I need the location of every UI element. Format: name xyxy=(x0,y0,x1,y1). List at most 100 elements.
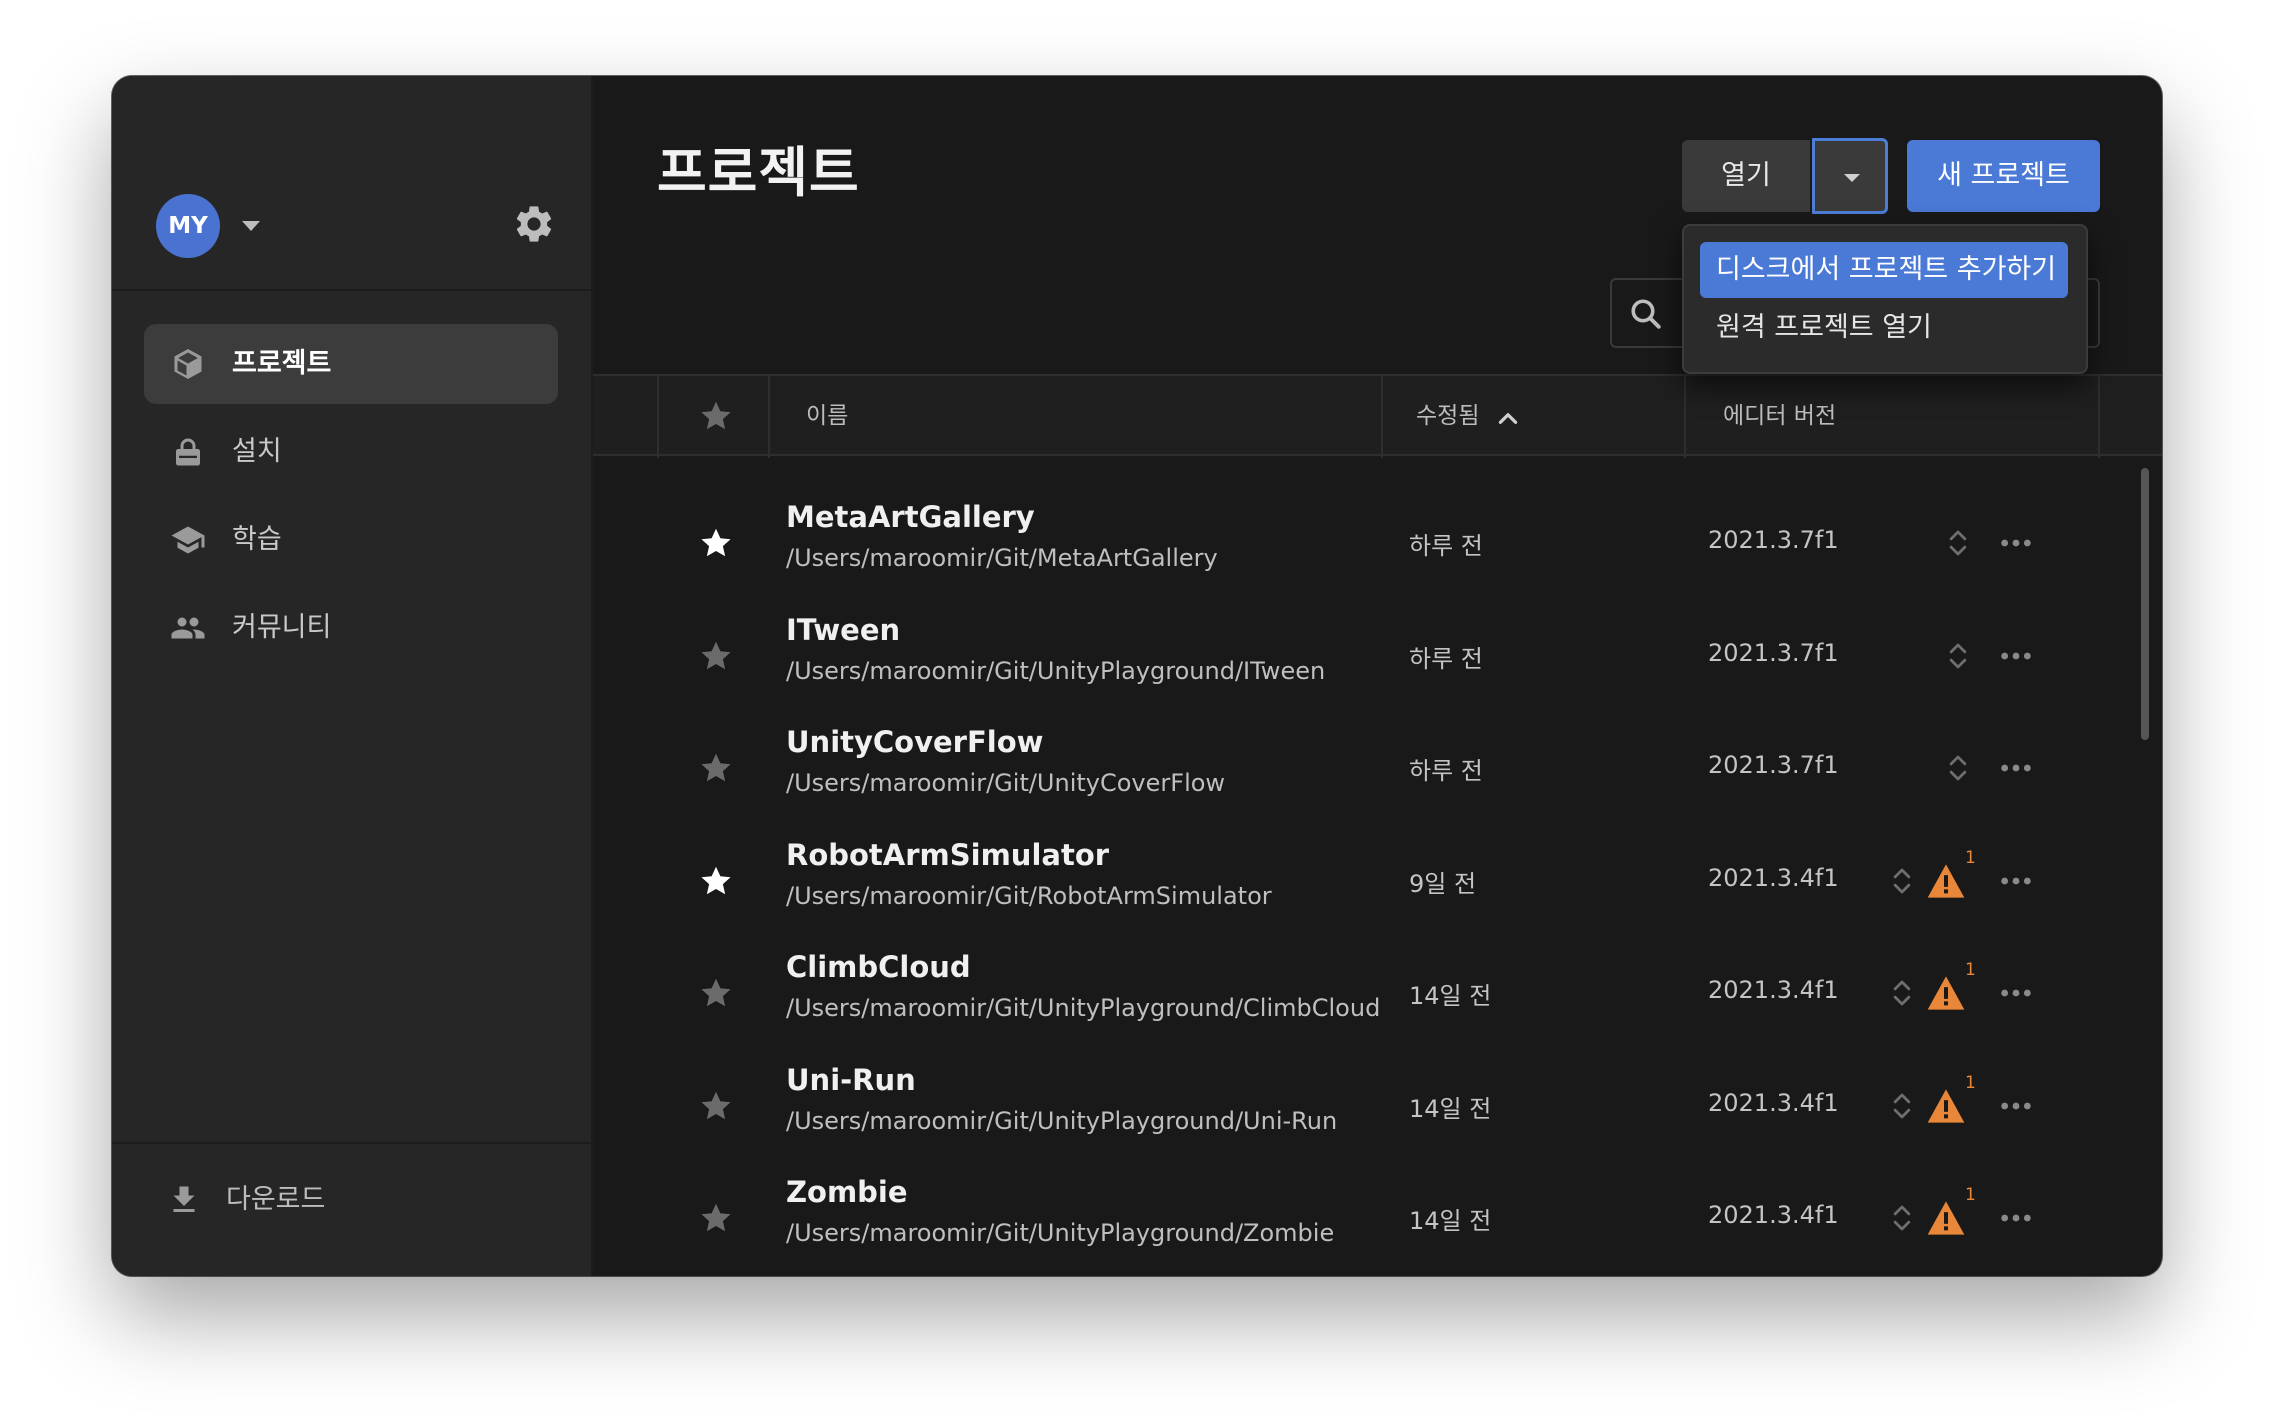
more-options-icon[interactable] xyxy=(1999,866,2033,896)
column-divider xyxy=(768,376,770,458)
new-project-button[interactable]: 새 프로젝트 xyxy=(1907,140,2100,212)
star-icon[interactable] xyxy=(698,638,734,674)
cube-icon xyxy=(174,349,202,379)
column-header-editor-version[interactable]: 에디터 버전 xyxy=(1723,376,1836,456)
more-options-icon[interactable] xyxy=(1999,753,2033,783)
warning-count: 1 xyxy=(1965,1072,1976,1093)
sidebar-item-label: 학습 xyxy=(232,524,282,555)
project-path: /Users/maroomir/Git/UnityPlayground/Zomb… xyxy=(786,1219,1335,1247)
version-switch-icon[interactable] xyxy=(1891,864,1913,898)
project-name: ITween xyxy=(786,612,901,647)
column-header-modified[interactable]: 수정됨 xyxy=(1416,376,1479,456)
modified-time: 하루 전 xyxy=(1409,532,1483,560)
table-row[interactable]: RobotArmSimulator /Users/maroomir/Git/Ro… xyxy=(593,826,2113,938)
more-options-icon[interactable] xyxy=(1999,1091,2033,1121)
modified-time: 9일 전 xyxy=(1409,869,1477,898)
project-path: /Users/maroomir/Git/UnityPlayground/Clim… xyxy=(786,994,1381,1022)
project-name: ClimbCloud xyxy=(786,950,971,984)
project-name: MetaArtGallery xyxy=(786,500,1035,534)
warning-count: 1 xyxy=(1965,1185,1976,1205)
account-avatar[interactable]: MY xyxy=(156,194,220,258)
column-header-name[interactable]: 이름 xyxy=(806,376,848,456)
version-switch-icon[interactable] xyxy=(1891,976,1913,1010)
project-name: UnityCoverFlow xyxy=(786,725,1044,759)
open-dropdown-toggle[interactable] xyxy=(1812,138,1888,214)
graduation-cap-icon xyxy=(171,526,205,554)
star-column-icon[interactable] xyxy=(698,398,734,434)
project-path: /Users/maroomir/Git/UnityPlayground/ITwe… xyxy=(786,656,1326,685)
project-path: /Users/maroomir/Git/UnityPlayground/Uni-… xyxy=(786,1106,1338,1135)
version-switch-icon[interactable] xyxy=(1947,751,1969,785)
sidebar-divider xyxy=(112,1142,591,1144)
table-row[interactable]: Zombie /Users/maroomir/Git/UnityPlaygrou… xyxy=(593,1163,2113,1275)
scrollbar[interactable] xyxy=(2141,468,2149,740)
chevron-up-icon[interactable] xyxy=(1495,405,1521,431)
version-switch-icon[interactable] xyxy=(1891,1201,1913,1235)
warning-icon[interactable] xyxy=(1926,1087,1966,1125)
lock-icon xyxy=(176,438,200,466)
modified-time: 하루 전 xyxy=(1409,644,1483,673)
table-row[interactable]: ClimbCloud /Users/maroomir/Git/UnityPlay… xyxy=(593,938,2113,1050)
sidebar-item-installs[interactable]: 설치 xyxy=(144,412,558,492)
more-options-icon[interactable] xyxy=(1999,1203,2033,1233)
more-options-icon[interactable] xyxy=(1999,978,2033,1008)
version-switch-icon[interactable] xyxy=(1947,639,1969,673)
search-icon xyxy=(1631,299,1661,329)
sidebar-item-projects[interactable]: 프로젝트 xyxy=(144,324,558,404)
star-icon[interactable] xyxy=(698,863,734,899)
table-row[interactable]: Uni-Run /Users/maroomir/Git/UnityPlaygro… xyxy=(593,1051,2113,1163)
editor-version: 2021.3.4f1 xyxy=(1708,976,1839,1004)
project-name: RobotArmSimulator xyxy=(786,837,1110,872)
table-header: 이름 수정됨 에디터 버전 xyxy=(593,374,2162,458)
more-options-icon[interactable] xyxy=(1999,528,2033,558)
column-divider xyxy=(657,376,659,458)
editor-version: 2021.3.4f1 xyxy=(1708,1201,1839,1229)
star-icon[interactable] xyxy=(698,1200,734,1236)
sidebar-item-label: 설치 xyxy=(232,436,282,467)
sidebar-item-learn[interactable]: 학습 xyxy=(144,500,558,580)
downloads-button[interactable]: 다운로드 xyxy=(144,1170,558,1230)
modified-time: 14일 전 xyxy=(1409,982,1492,1010)
star-icon[interactable] xyxy=(698,975,734,1011)
project-name: Uni-Run xyxy=(786,1062,916,1097)
warning-count: 1 xyxy=(1965,960,1976,980)
editor-version: 2021.3.7f1 xyxy=(1708,751,1839,779)
version-switch-icon[interactable] xyxy=(1947,526,1969,560)
menu-item-open-remote[interactable]: 원격 프로젝트 열기 xyxy=(1700,300,2068,356)
star-icon[interactable] xyxy=(698,525,734,561)
editor-version: 2021.3.7f1 xyxy=(1708,526,1839,554)
star-icon[interactable] xyxy=(698,1088,734,1124)
project-path: /Users/maroomir/Git/MetaArtGallery xyxy=(786,544,1218,572)
editor-version: 2021.3.4f1 xyxy=(1708,863,1839,892)
page-title: 프로젝트 xyxy=(657,141,860,204)
warning-icon[interactable] xyxy=(1926,1199,1966,1237)
open-dropdown-menu: 디스크에서 프로젝트 추가하기 원격 프로젝트 열기 xyxy=(1682,224,2088,374)
chevron-down-icon[interactable] xyxy=(242,221,260,231)
sidebar-item-label: 커뮤니티 xyxy=(232,612,332,643)
modified-time: 14일 전 xyxy=(1409,1207,1492,1235)
table-row[interactable]: ITween /Users/maroomir/Git/UnityPlaygrou… xyxy=(593,601,2113,713)
menu-item-add-from-disk[interactable]: 디스크에서 프로젝트 추가하기 xyxy=(1700,242,2068,298)
sidebar-item-community[interactable]: 커뮤니티 xyxy=(144,588,558,668)
column-divider xyxy=(1381,376,1383,458)
hub-window: MY 프로젝트 설치 학습 커뮤니티 다운로드 프로젝트 열기 새 프로젝트 디… xyxy=(112,76,2162,1276)
warning-count: 1 xyxy=(1965,847,1976,868)
warning-icon[interactable] xyxy=(1926,862,1966,900)
editor-version: 2021.3.7f1 xyxy=(1708,638,1839,667)
column-divider xyxy=(2098,376,2100,458)
open-button[interactable]: 열기 xyxy=(1682,140,1810,212)
modified-time: 하루 전 xyxy=(1409,757,1483,785)
sidebar-item-label: 프로젝트 xyxy=(232,348,332,379)
main-panel: 프로젝트 열기 새 프로젝트 디스크에서 프로젝트 추가하기 원격 프로젝트 열… xyxy=(593,76,2162,1276)
warning-icon[interactable] xyxy=(1926,974,1966,1012)
gear-icon[interactable] xyxy=(512,202,556,246)
table-row[interactable]: UnityCoverFlow /Users/maroomir/Git/Unity… xyxy=(593,713,2113,825)
table-row[interactable]: MetaArtGallery /Users/maroomir/Git/MetaA… xyxy=(593,488,2113,600)
project-path: /Users/maroomir/Git/RobotArmSimulator xyxy=(786,881,1272,910)
star-icon[interactable] xyxy=(698,750,734,786)
people-icon xyxy=(171,617,205,639)
download-icon xyxy=(173,1186,195,1212)
downloads-label: 다운로드 xyxy=(226,1184,326,1215)
more-options-icon[interactable] xyxy=(1999,641,2033,671)
version-switch-icon[interactable] xyxy=(1891,1089,1913,1123)
